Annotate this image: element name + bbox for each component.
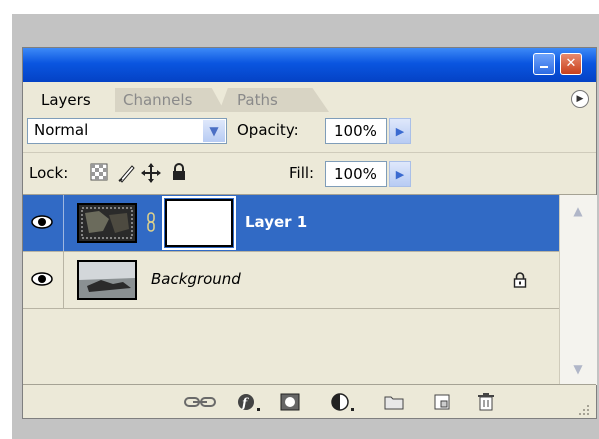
chevron-down-icon[interactable]: ▼ (203, 120, 225, 142)
layer-divider (23, 308, 559, 309)
layer-lock-icon (513, 272, 527, 288)
layer-row-background[interactable]: Background (23, 252, 559, 308)
blend-mode-select[interactable]: Normal ▼ (27, 118, 227, 144)
title-bar[interactable]: ✕ (23, 48, 596, 82)
visibility-toggle[interactable] (23, 195, 64, 251)
opacity-label: Opacity: (237, 121, 299, 139)
lock-all-icon[interactable] (169, 163, 189, 183)
minimize-button[interactable] (533, 53, 555, 75)
scroll-up-icon[interactable]: ▲ (563, 197, 593, 225)
layer-style-icon[interactable]: f (235, 392, 263, 412)
tab-channels[interactable]: Channels (115, 88, 225, 112)
adjustment-layer-icon[interactable] (329, 392, 357, 412)
lock-position-icon[interactable] (141, 163, 161, 183)
layers-list: Layer 1 Background ▲ ▼ (23, 194, 597, 385)
palette-menu-icon[interactable]: ▶ (571, 90, 589, 108)
fill-slider-arrow-icon[interactable]: ▶ (389, 161, 411, 187)
link-layers-icon[interactable] (183, 392, 217, 412)
chain-link-icon[interactable] (146, 211, 156, 233)
eye-icon (31, 215, 53, 229)
background-thumbnail[interactable] (77, 260, 137, 300)
lock-image-pixels-icon[interactable] (117, 163, 137, 183)
lock-fill-row: Lock: Fill: 100% ▶ (23, 152, 596, 195)
scroll-down-icon[interactable]: ▼ (563, 355, 593, 383)
layer-row-layer-1[interactable]: Layer 1 (23, 195, 559, 251)
close-button[interactable]: ✕ (560, 53, 582, 75)
minimize-icon (540, 66, 548, 68)
layer-mask-thumbnail[interactable] (162, 196, 236, 250)
blend-mode-value: Normal (34, 121, 89, 139)
layer-1-thumbnail[interactable] (77, 203, 137, 243)
new-layer-icon[interactable] (431, 392, 453, 412)
fill-field[interactable]: 100% (325, 161, 387, 187)
layer-name[interactable]: Background (151, 270, 241, 288)
visibility-toggle[interactable] (23, 252, 64, 308)
layers-toolbar: f (23, 384, 596, 419)
lock-transparency-icon[interactable] (89, 163, 109, 183)
lock-label: Lock: (29, 164, 69, 182)
resize-grip-icon[interactable] (575, 401, 591, 417)
blend-opacity-row: Normal ▼ Opacity: 100% ▶ (23, 112, 596, 152)
layer-name[interactable]: Layer 1 (245, 213, 307, 231)
fill-label: Fill: (289, 164, 315, 182)
layer-mask-icon[interactable] (279, 392, 301, 412)
tab-row: Channels Paths Layers ▶ (23, 82, 596, 112)
tab-layers[interactable]: Layers (31, 88, 109, 112)
delete-layer-icon[interactable] (475, 392, 497, 412)
layers-scrollbar[interactable]: ▲ ▼ (559, 195, 597, 385)
opacity-slider-arrow-icon[interactable]: ▶ (389, 118, 411, 144)
tab-paths[interactable]: Paths (219, 88, 329, 112)
new-group-icon[interactable] (383, 392, 405, 412)
layers-palette: ✕ Channels Paths Layers ▶ Normal ▼ Opaci… (22, 47, 597, 419)
eye-icon (31, 272, 53, 286)
opacity-field[interactable]: 100% (325, 118, 387, 144)
